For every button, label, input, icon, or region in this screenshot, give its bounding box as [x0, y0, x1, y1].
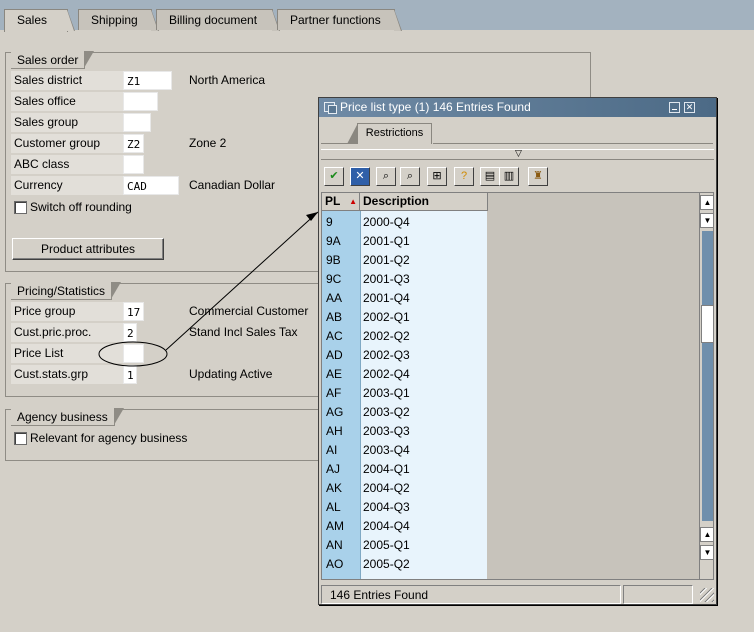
arrow-head [306, 212, 318, 221]
description-cell[interactable]: 2005-Q1 [363, 536, 410, 555]
pl-cell[interactable]: AD [326, 346, 343, 365]
description-cell[interactable]: 2005-Q2 [363, 555, 410, 574]
results-grid: PL ▲ Description 9 2000-Q4 9A 2001-Q1 9B 2001… [321, 192, 714, 580]
pl-cell[interactable]: AE [326, 365, 342, 384]
description-cell[interactable]: 2001-Q3 [363, 270, 410, 289]
personal-list-icon[interactable]: ♜ [528, 167, 548, 186]
pl-cell[interactable]: AL [326, 498, 341, 517]
description-cell[interactable]: 2002-Q3 [363, 346, 410, 365]
resize-grip-icon[interactable] [700, 588, 714, 602]
cancel-icon[interactable]: ✕ [350, 167, 370, 186]
tab-restrictions[interactable]: Restrictions [347, 123, 432, 144]
description-cell[interactable]: 2004-Q1 [363, 460, 410, 479]
pl-cell[interactable]: AC [326, 327, 343, 346]
window-icon [324, 102, 337, 114]
pl-cell[interactable]: AH [326, 422, 343, 441]
popup-toolbar: ✔ ✕ ⌕ ⌕ ⊞ ? ▤ ▥ ♜ [321, 165, 714, 189]
page-up-icon[interactable]: ▼ [700, 213, 713, 228]
pl-cell[interactable]: AI [326, 441, 337, 460]
find-next-icon[interactable]: ⌕ [400, 167, 420, 186]
description-cell[interactable]: 2001-Q2 [363, 251, 410, 270]
description-cell[interactable]: 2004-Q2 [363, 479, 410, 498]
description-cell[interactable]: 2001-Q1 [363, 232, 410, 251]
description-cell[interactable]: 2002-Q2 [363, 327, 410, 346]
pl-cell[interactable]: AF [326, 384, 341, 403]
check-icon[interactable]: ✔ [324, 167, 344, 186]
divider [321, 159, 714, 160]
pl-cell[interactable]: 9B [326, 251, 341, 270]
pl-cell[interactable]: AJ [326, 460, 340, 479]
tab-label: Sales [17, 13, 48, 27]
vertical-scrollbar[interactable]: ▲ ▼ ▲ ▼ [699, 193, 713, 579]
pl-cell[interactable]: AB [326, 308, 342, 327]
divider [321, 143, 348, 144]
column-header-description[interactable]: Description [360, 193, 488, 211]
description-cell[interactable]: 2003-Q2 [363, 403, 410, 422]
pl-cell[interactable]: AO [326, 555, 343, 574]
popup-title: Price list type (1) 146 Entries Found [340, 100, 531, 114]
popup-title-bar: Price list type (1) 146 Entries Found ✕ [319, 98, 716, 117]
price-list-popup: Price list type (1) 146 Entries Found ✕ … [318, 97, 717, 605]
minimize-icon[interactable] [669, 102, 680, 113]
pl-cell[interactable]: 9C [326, 270, 341, 289]
description-cell[interactable]: 2002-Q4 [363, 365, 410, 384]
status-bar-field [623, 585, 693, 604]
sort-ascending-icon: ▲ [349, 197, 357, 206]
description-cell[interactable]: 2004-Q4 [363, 517, 410, 536]
pl-cell[interactable]: 9A [326, 232, 341, 251]
description-cell[interactable]: 2004-Q3 [363, 498, 410, 517]
pl-cell[interactable]: AM [326, 517, 344, 536]
highlight-ellipse [98, 341, 168, 367]
description-cell[interactable]: 2000-Q4 [363, 213, 410, 232]
pl-cell[interactable]: 9 [326, 213, 333, 232]
description-cell[interactable]: 2003-Q3 [363, 422, 410, 441]
status-bar: 146 Entries Found [321, 585, 621, 604]
description-cell[interactable]: 2001-Q4 [363, 289, 410, 308]
divider [433, 143, 713, 144]
description-cell[interactable]: 2003-Q1 [363, 384, 410, 403]
scroll-down-icon[interactable]: ▼ [700, 545, 713, 560]
pl-cell[interactable]: AG [326, 403, 343, 422]
close-icon[interactable]: ✕ [684, 102, 695, 113]
print-icon[interactable]: ▤ [480, 167, 500, 186]
help-icon[interactable]: ? [454, 167, 474, 186]
tab-sales[interactable]: Sales [4, 9, 75, 32]
expand-restrictions-icon[interactable]: ▽ [515, 149, 522, 158]
description-cell[interactable]: 2002-Q1 [363, 308, 410, 327]
column-header-pl[interactable]: PL ▲ [322, 193, 360, 211]
annotation-arrow [165, 211, 319, 351]
page-down-icon[interactable]: ▲ [700, 527, 713, 542]
description-cell[interactable]: 2003-Q4 [363, 441, 410, 460]
scroll-thumb[interactable] [701, 305, 713, 343]
pl-cell[interactable]: AK [326, 479, 342, 498]
find-icon[interactable]: ⌕ [376, 167, 396, 186]
tree-icon[interactable]: ⊞ [427, 167, 447, 186]
copy-icon[interactable]: ▥ [499, 167, 519, 186]
pl-cell[interactable]: AA [326, 289, 342, 308]
scroll-up-icon[interactable]: ▲ [700, 195, 713, 210]
pl-cell[interactable]: AN [326, 536, 343, 555]
scroll-track[interactable] [702, 231, 713, 521]
column-header-label: PL [325, 194, 341, 208]
